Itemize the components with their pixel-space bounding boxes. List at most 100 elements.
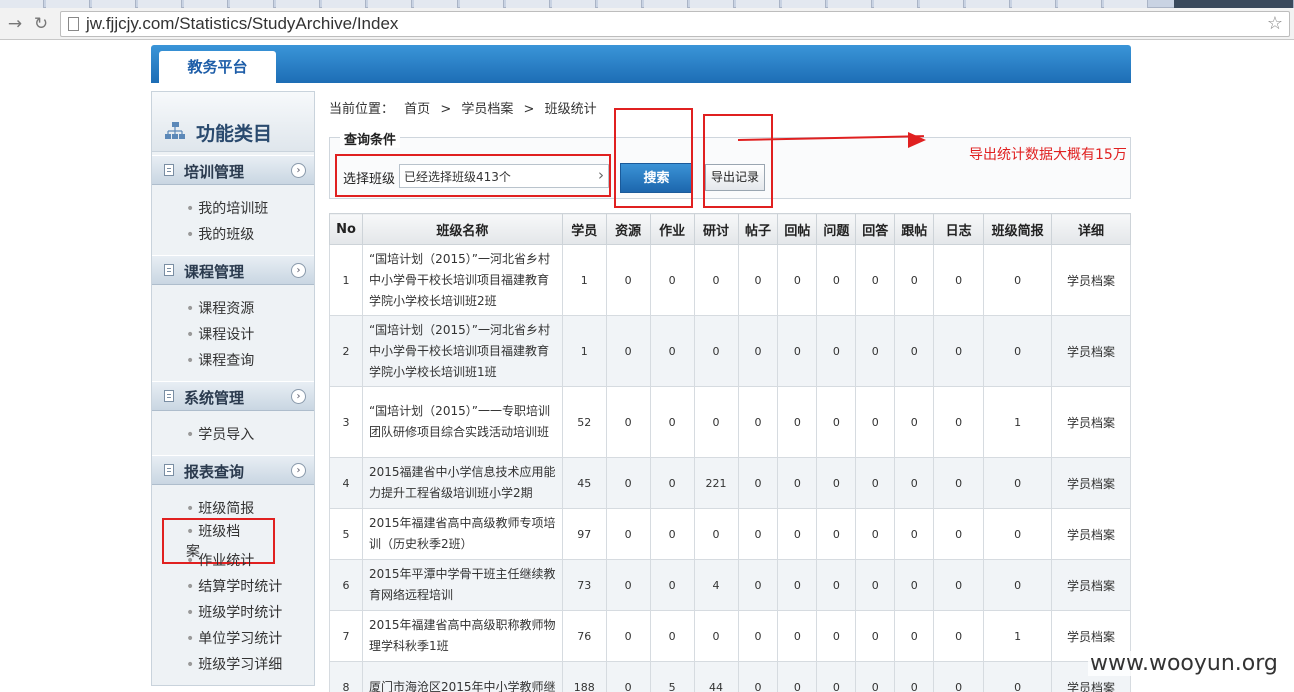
stat-cell: 0	[737, 661, 779, 692]
stat-cell: 0	[605, 244, 651, 316]
collapse-circle-icon[interactable]: ›	[291, 263, 306, 278]
col-header: 跟帖	[894, 213, 935, 245]
sidebar-group-system[interactable]: 系统管理 ›	[152, 381, 314, 411]
stat-cell: 0	[933, 457, 985, 509]
col-header: 回帖	[777, 213, 818, 245]
browser-tab[interactable]	[368, 0, 412, 8]
stat-cell: 0	[983, 661, 1053, 692]
sidebar-item-class-hours[interactable]: 班级学时统计	[186, 602, 282, 622]
browser-tab[interactable]	[828, 0, 872, 8]
table-row: 2 “国培计划（2015）”一河北省乡村中小学骨干校长培训项目福建教育学院小学校长…	[329, 315, 1131, 387]
stat-cell: 0	[777, 457, 818, 509]
stat-cell: 0	[983, 508, 1053, 560]
student-archive-link[interactable]: 学员档案	[1051, 244, 1131, 316]
sidebar-item-homework-stats[interactable]: 作业统计	[186, 550, 254, 570]
breadcrumb-home[interactable]: 首页	[404, 102, 430, 117]
stat-cell: 0	[693, 610, 739, 662]
student-archive-link[interactable]: 学员档案	[1051, 315, 1131, 387]
stat-cell: 0	[933, 559, 985, 611]
breadcrumb: 当前位置： 首页 > 学员档案 > 班级统计	[329, 98, 603, 117]
browser-tab[interactable]	[920, 0, 964, 8]
collapse-circle-icon[interactable]: ›	[291, 463, 306, 478]
browser-tab[interactable]	[46, 0, 90, 8]
stat-cell: 0	[816, 508, 857, 560]
stat-cell: 0	[605, 457, 651, 509]
browser-tab[interactable]	[0, 0, 44, 8]
browser-tab[interactable]	[1104, 0, 1148, 8]
sidebar-item-course-design[interactable]: 课程设计	[186, 324, 254, 344]
class-name-cell: 厦门市海沧区2015年中小学教师继	[361, 661, 563, 692]
browser-tab[interactable]	[552, 0, 596, 8]
sidebar-group-label: 报表查询	[184, 463, 245, 481]
address-bar[interactable]: jw.fjjcjy.com/Statistics/StudyArchive/In…	[60, 11, 1290, 37]
browser-tab[interactable]	[92, 0, 136, 8]
stat-cell: 0	[816, 457, 857, 509]
stat-cell: 0	[816, 661, 857, 692]
browser-tab[interactable]	[506, 0, 550, 8]
col-header: 问题	[816, 213, 857, 245]
sidebar-item-my-class[interactable]: 我的班级	[186, 224, 254, 244]
browser-tab[interactable]	[598, 0, 642, 8]
breadcrumb-student-archive[interactable]: 学员档案	[461, 102, 513, 117]
annotation-arrow-head-icon	[908, 132, 926, 148]
sidebar-item-settlement-hours[interactable]: 结算学时统计	[186, 576, 282, 596]
browser-tab[interactable]	[690, 0, 734, 8]
collapse-circle-icon[interactable]: ›	[291, 163, 306, 178]
stat-cell: 0	[737, 244, 779, 316]
sidebar-item-student-import[interactable]: 学员导入	[186, 424, 254, 444]
browser-tab[interactable]	[322, 0, 366, 8]
sidebar-item-my-training[interactable]: 我的培训班	[186, 198, 268, 218]
tab-platform[interactable]: 教务平台	[159, 51, 276, 83]
col-header: No	[329, 213, 363, 245]
browser-tab[interactable]	[736, 0, 780, 8]
browser-tab[interactable]	[782, 0, 826, 8]
browser-tab[interactable]	[138, 0, 182, 8]
col-header: 学员	[561, 213, 607, 245]
annotation-text: 导出统计数据大概有15万	[969, 147, 1127, 163]
class-select-label: 选择班级	[343, 172, 396, 187]
export-highlight-box	[703, 114, 773, 208]
table-row: 8 厦门市海沧区2015年中小学教师继 188 0 5 44 0 0 0 0 0 0 0 学员档案	[329, 661, 1131, 692]
browser-tab[interactable]	[276, 0, 320, 8]
stat-cell: 5	[649, 661, 695, 692]
class-name-cell: “国培计划（2015）”一河北省乡村中小学骨干校长培训项目福建教育学院小学校长培…	[361, 315, 563, 387]
reload-icon[interactable]: ↻	[30, 13, 52, 35]
stat-cell: 0	[855, 457, 896, 509]
student-archive-link[interactable]: 学员档案	[1051, 386, 1131, 458]
sidebar-item-class-study-detail[interactable]: 班级学习详细	[186, 654, 282, 674]
collapse-circle-icon[interactable]: ›	[291, 389, 306, 404]
bookmark-star-icon[interactable]: ☆	[1267, 13, 1283, 34]
browser-tab[interactable]	[874, 0, 918, 8]
browser-tab[interactable]	[460, 0, 504, 8]
sidebar-item-course-query[interactable]: 课程查询	[186, 350, 254, 370]
class-select-input[interactable]: 已经选择班级413个	[399, 164, 609, 188]
student-archive-link[interactable]: 学员档案	[1051, 508, 1131, 560]
sidebar-title: 功能类目	[196, 123, 273, 145]
stat-cell: 0	[894, 610, 935, 662]
stat-cell: 0	[933, 386, 985, 458]
window-controls[interactable]	[1174, 0, 1294, 8]
student-archive-link[interactable]: 学员档案	[1051, 457, 1131, 509]
sidebar-item-class-brief[interactable]: 班级简报	[186, 498, 254, 518]
stat-cell: 0	[737, 457, 779, 509]
url-text[interactable]: jw.fjjcjy.com/Statistics/StudyArchive/In…	[86, 14, 398, 34]
forward-arrow-icon[interactable]: →	[4, 13, 26, 35]
browser-tab[interactable]	[184, 0, 228, 8]
sidebar-item-unit-study[interactable]: 单位学习统计	[186, 628, 282, 648]
sidebar-group-reports[interactable]: 报表查询 ›	[152, 455, 314, 485]
stat-cell: 0	[933, 661, 985, 692]
menu-bullet-icon	[164, 264, 174, 276]
browser-tab[interactable]	[230, 0, 274, 8]
browser-tab[interactable]	[414, 0, 458, 8]
stat-cell: 4	[693, 559, 739, 611]
table-row: 5 2015年福建省高中高级教师专项培训（历史秋季2班） 97 0 0 0 0 0 0 0 0 0 0 学…	[329, 508, 1131, 560]
sidebar-group-course[interactable]: 课程管理 ›	[152, 255, 314, 285]
sidebar-group-training[interactable]: 培训管理 ›	[152, 155, 314, 185]
sidebar-item-course-resources[interactable]: 课程资源	[186, 298, 254, 318]
browser-tab[interactable]	[644, 0, 688, 8]
student-archive-link[interactable]: 学员档案	[1051, 559, 1131, 611]
browser-tab[interactable]	[1012, 0, 1056, 8]
browser-tab[interactable]	[966, 0, 1010, 8]
browser-tab[interactable]	[1058, 0, 1102, 8]
menu-bullet-icon	[164, 464, 174, 476]
